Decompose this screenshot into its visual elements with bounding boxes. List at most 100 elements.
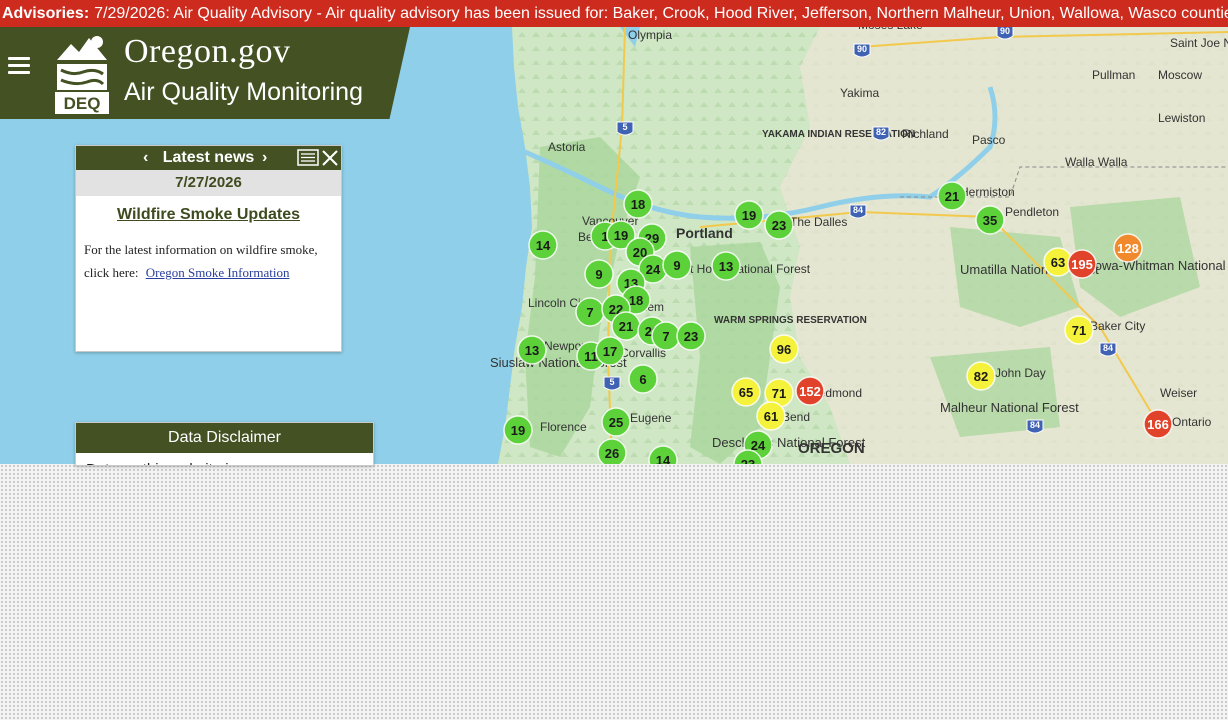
- aqi-marker[interactable]: 25: [601, 407, 631, 437]
- aqi-marker-value: 18: [631, 197, 645, 212]
- news-heading: Latest news: [162, 149, 255, 166]
- aqi-marker[interactable]: 23: [676, 321, 706, 351]
- aqi-marker[interactable]: 21: [937, 181, 967, 211]
- aqi-marker-value: 17: [603, 344, 617, 359]
- place-label: Eugene: [630, 411, 672, 425]
- highway-shield-icon: 90: [996, 27, 1014, 40]
- highway-shield-icon: 5: [616, 121, 634, 136]
- aqi-marker-value: 7: [586, 305, 593, 320]
- aqi-marker-value: 9: [673, 258, 680, 273]
- aqi-marker[interactable]: 96: [769, 334, 799, 364]
- place-label: Astoria: [548, 140, 586, 154]
- aqi-marker[interactable]: 195: [1067, 249, 1097, 279]
- aqi-marker[interactable]: 14: [528, 230, 558, 260]
- smoke-info-link[interactable]: Oregon Smoke Information: [146, 265, 290, 280]
- aqi-marker[interactable]: 17: [595, 336, 625, 366]
- aqi-marker[interactable]: 18: [623, 189, 653, 219]
- svg-text:90: 90: [857, 44, 867, 54]
- prev-news-icon[interactable]: ‹: [143, 146, 148, 170]
- aqi-marker-value: 96: [777, 342, 791, 357]
- place-label: Bend: [782, 410, 810, 424]
- news-date: 7/27/2026: [76, 170, 341, 196]
- site-subtitle: Air Quality Monitoring: [124, 78, 363, 106]
- next-news-icon[interactable]: ›: [262, 146, 267, 170]
- aqi-marker[interactable]: 82: [966, 361, 996, 391]
- aqi-marker[interactable]: 13: [517, 335, 547, 365]
- highway-shield-icon: 90: [853, 43, 871, 58]
- aqi-marker-value: 14: [656, 453, 671, 464]
- aqi-marker-value: 25: [609, 415, 623, 430]
- highway-shield-icon: 84: [1099, 342, 1117, 357]
- place-label: WARM SPRINGS RESERVATION: [714, 315, 867, 326]
- site-title[interactable]: Oregon.gov: [124, 33, 290, 71]
- disclaimer-heading: Data Disclaimer: [76, 423, 373, 453]
- place-label: Baker City: [1090, 319, 1145, 333]
- aqi-marker[interactable]: 9: [584, 259, 614, 289]
- news-body: For the latest information on wildfire s…: [84, 238, 333, 284]
- aqi-marker-value: 19: [742, 208, 756, 223]
- place-label: Moscow: [1158, 68, 1202, 82]
- aqi-marker-value: 21: [945, 189, 959, 204]
- svg-text:84: 84: [1103, 343, 1113, 353]
- aqi-marker-value: 9: [595, 267, 602, 282]
- news-list-icon[interactable]: [297, 149, 319, 166]
- advisory-text[interactable]: 7/29/2026: Air Quality Advisory - Air qu…: [94, 5, 1228, 22]
- menu-icon[interactable]: [8, 57, 30, 75]
- aqi-marker-value: 14: [536, 238, 551, 253]
- news-title[interactable]: Wildfire Smoke Updates: [76, 206, 341, 224]
- aqi-marker[interactable]: 26: [597, 438, 627, 464]
- aqi-marker[interactable]: 65: [731, 377, 761, 407]
- aqi-marker[interactable]: 13: [711, 251, 741, 281]
- aqi-marker[interactable]: 19: [734, 200, 764, 230]
- aqi-marker[interactable]: 9: [662, 250, 692, 280]
- aqi-marker[interactable]: 19: [503, 415, 533, 445]
- place-label: OREGON: [798, 440, 865, 457]
- svg-text:82: 82: [876, 127, 886, 137]
- aqi-marker-value: 152: [799, 384, 821, 399]
- place-label: The Dalles: [790, 215, 847, 229]
- aqi-marker-value: 19: [511, 423, 525, 438]
- place-label: John Day: [995, 366, 1046, 380]
- aqi-marker-value: 23: [772, 218, 786, 233]
- aqi-marker[interactable]: 7: [651, 321, 681, 351]
- place-label: Ontario: [1172, 415, 1212, 429]
- highway-shield-icon: 5: [603, 376, 621, 391]
- aqi-marker-value: 166: [1147, 417, 1169, 432]
- aqi-marker-value: 82: [974, 369, 988, 384]
- place-label: Yakima: [840, 86, 879, 100]
- aqi-marker-value: 7: [662, 329, 669, 344]
- aqi-marker[interactable]: 166: [1143, 409, 1173, 439]
- aqi-marker[interactable]: 61: [756, 401, 786, 431]
- svg-text:90: 90: [1000, 27, 1010, 36]
- highway-shield-icon: 82: [872, 126, 890, 141]
- aqi-marker-value: 35: [983, 213, 997, 228]
- aqi-marker-value: 71: [772, 386, 786, 401]
- aqi-marker-value: 61: [764, 409, 778, 424]
- news-header: ‹ Latest news ›: [76, 146, 341, 170]
- logo-text: DEQ: [64, 94, 101, 113]
- aqi-marker[interactable]: 71: [1064, 315, 1094, 345]
- aqi-marker[interactable]: 21: [611, 311, 641, 341]
- svg-text:5: 5: [609, 377, 614, 387]
- svg-text:84: 84: [1030, 420, 1040, 430]
- disclaimer-text: Data on this website is: [76, 453, 373, 465]
- place-label: Walla Walla: [1065, 155, 1128, 169]
- aqi-marker-value: 128: [1117, 241, 1139, 256]
- deq-logo: DEQ: [55, 36, 109, 114]
- place-label: Malheur National Forest: [940, 400, 1079, 415]
- aqi-marker[interactable]: 23: [764, 210, 794, 240]
- latest-news-panel: ‹ Latest news › 7/27/2026 Wildfire Smoke…: [75, 145, 342, 352]
- aqi-marker[interactable]: 7: [575, 297, 605, 327]
- aqi-marker[interactable]: 35: [975, 205, 1005, 235]
- aqi-marker-value: 65: [739, 385, 753, 400]
- aqi-marker[interactable]: 152: [795, 376, 825, 406]
- place-label: Portland: [676, 225, 733, 241]
- aqi-marker-value: 63: [1051, 255, 1065, 270]
- advisory-bar[interactable]: Advisories: 7/29/2026: Air Quality Adviso…: [0, 0, 1228, 27]
- close-icon[interactable]: [321, 149, 339, 167]
- aqi-marker[interactable]: 128: [1113, 233, 1143, 263]
- aqi-marker-value: 26: [605, 446, 619, 461]
- place-label: Hermiston: [960, 185, 1015, 199]
- aqi-marker[interactable]: 6: [628, 364, 658, 394]
- svg-text:84: 84: [853, 205, 863, 215]
